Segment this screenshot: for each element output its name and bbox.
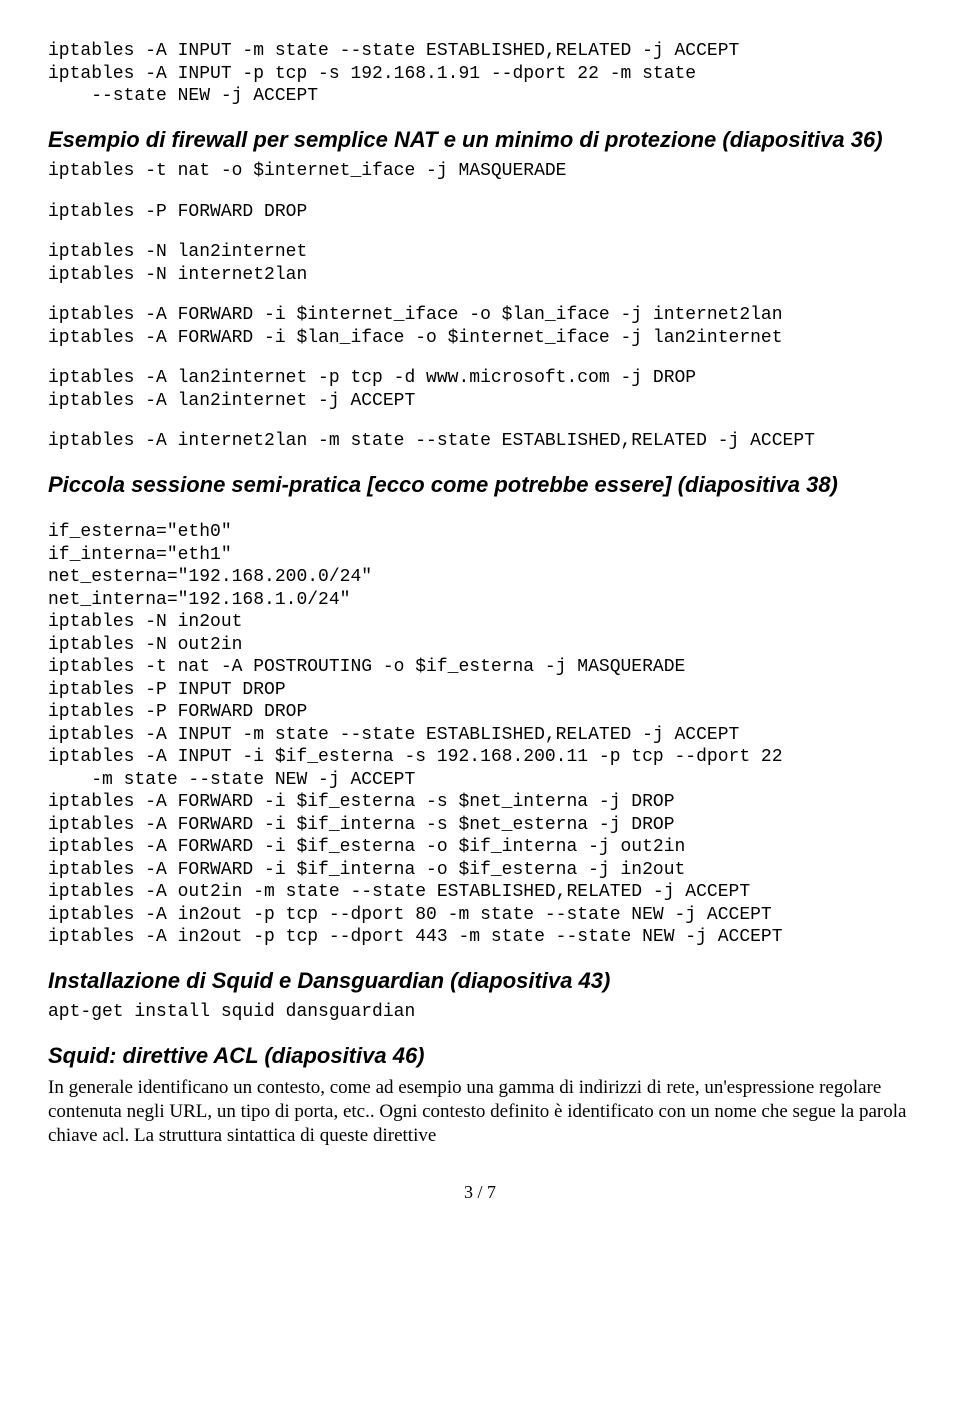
heading-firewall-nat: Esempio di firewall per semplice NAT e u… <box>48 126 912 155</box>
body-paragraph: In generale identificano un contesto, co… <box>48 1076 912 1147</box>
heading-sessione-pratica: Piccola sessione semi-pratica [ecco come… <box>48 471 912 500</box>
code-block-2e: iptables -A lan2internet -p tcp -d www.m… <box>48 367 912 412</box>
code-block-2f: iptables -A internet2lan -m state --stat… <box>48 430 912 453</box>
heading-squid-acl: Squid: direttive ACL (diapositiva 46) <box>48 1042 912 1071</box>
code-block-2a: iptables -t nat -o $internet_iface -j MA… <box>48 160 912 183</box>
code-block-2d: iptables -A FORWARD -i $internet_iface -… <box>48 304 912 349</box>
code-block-2b: iptables -P FORWARD DROP <box>48 201 912 224</box>
code-block-3: if_esterna="eth0" if_interna="eth1" net_… <box>48 521 912 949</box>
code-block-1: iptables -A INPUT -m state --state ESTAB… <box>48 40 912 108</box>
spacer <box>48 505 912 521</box>
page-number: 3 / 7 <box>48 1182 912 1203</box>
code-block-2c: iptables -N lan2internet iptables -N int… <box>48 241 912 286</box>
code-block-4: apt-get install squid dansguardian <box>48 1001 912 1024</box>
heading-install-squid: Installazione di Squid e Dansguardian (d… <box>48 967 912 996</box>
